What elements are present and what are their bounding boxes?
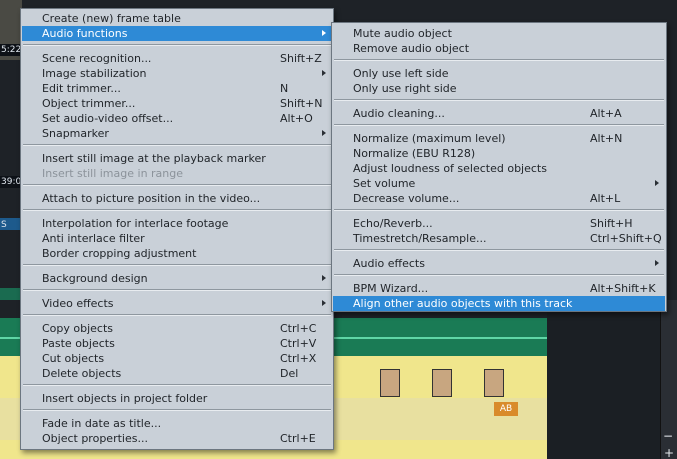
submenu-item-echo-reverb[interactable]: Echo/Reverb... Shift+H: [333, 216, 665, 231]
submenu-item-left-side[interactable]: Only use left side: [333, 66, 665, 81]
submenu-item-audio-effects[interactable]: Audio effects: [333, 256, 665, 271]
submenu-item-right-side[interactable]: Only use right side: [333, 81, 665, 96]
menu-item-border-cropping[interactable]: Border cropping adjustment: [22, 246, 332, 261]
menu-separator: [23, 314, 331, 316]
thumbnail: [380, 369, 400, 397]
submenu-arrow-icon: [655, 180, 659, 186]
submenu-item-bpm-wizard[interactable]: BPM Wizard... Alt+Shift+K: [333, 281, 665, 296]
menu-separator: [334, 274, 664, 276]
menu-item-anti-interlace[interactable]: Anti interlace filter: [22, 231, 332, 246]
menu-item-attach-picture[interactable]: Attach to picture position in the video.…: [22, 191, 332, 206]
submenu-arrow-icon: [322, 275, 326, 281]
menu-item-create-frame-table[interactable]: Create (new) frame table: [22, 11, 332, 26]
menu-item-background-design[interactable]: Background design: [22, 271, 332, 286]
thumbnail: [484, 369, 504, 397]
scroll-plus-button[interactable]: +: [664, 446, 674, 459]
menu-item-insert-project-folder[interactable]: Insert objects in project folder: [22, 391, 332, 406]
menu-item-paste-objects[interactable]: Paste objects Ctrl+V: [22, 336, 332, 351]
menu-item-scene-recognition[interactable]: Scene recognition... Shift+Z: [22, 51, 332, 66]
menu-separator: [23, 384, 331, 386]
menu-separator: [23, 264, 331, 266]
menu-item-interpolation[interactable]: Interpolation for interlace footage: [22, 216, 332, 231]
track-header-green: [0, 288, 22, 300]
menu-item-image-stabilization[interactable]: Image stabilization: [22, 66, 332, 81]
menu-separator: [23, 44, 331, 46]
menu-item-insert-still-range: Insert still image in range: [42, 167, 184, 180]
menu-item-copy-objects[interactable]: Copy objects Ctrl+C: [22, 321, 332, 336]
thumbnail: [432, 369, 452, 397]
menu-item-audio-functions[interactable]: Audio functions: [22, 26, 332, 41]
submenu-item-normalize-max[interactable]: Normalize (maximum level) Alt+N: [333, 131, 665, 146]
submenu-item-timestretch[interactable]: Timestretch/Resample... Ctrl+Shift+Q: [333, 231, 665, 246]
shortcut-label: Alt+L: [590, 192, 621, 205]
shortcut-label: Alt+O: [280, 112, 313, 125]
shortcut-label: Ctrl+C: [280, 322, 317, 335]
shortcut-label: Del: [280, 367, 299, 380]
menu-item-video-effects[interactable]: Video effects: [22, 296, 332, 311]
submenu-item-audio-cleaning[interactable]: Audio cleaning... Alt+A: [333, 106, 665, 121]
shortcut-label: Shift+H: [590, 217, 633, 230]
menu-separator: [23, 289, 331, 291]
submenu-item-normalize-ebu[interactable]: Normalize (EBU R128): [333, 146, 665, 161]
right-panel-dark: [547, 310, 677, 459]
menu-separator: [334, 124, 664, 126]
submenu-arrow-icon: [322, 70, 326, 76]
shortcut-label: Ctrl+E: [280, 432, 316, 445]
submenu-item-align-audio[interactable]: Align other audio objects with this trac…: [333, 296, 665, 311]
shortcut-label: Ctrl+Shift+Q: [590, 232, 662, 245]
timecode-top: 5:22: [0, 44, 23, 56]
menu-separator: [334, 249, 664, 251]
menu-separator: [334, 209, 664, 211]
submenu-arrow-icon: [322, 30, 326, 36]
menu-item-cut-objects[interactable]: Cut objects Ctrl+X: [22, 351, 332, 366]
audio-functions-submenu: Mute audio object Remove audio object On…: [331, 22, 667, 312]
menu-separator: [23, 144, 331, 146]
submenu-arrow-icon: [322, 300, 326, 306]
submenu-arrow-icon: [322, 130, 326, 136]
menu-item-object-properties[interactable]: Object properties... Ctrl+E: [22, 431, 332, 446]
menu-item-fade-in-date[interactable]: Fade in date as title...: [22, 416, 332, 431]
shortcut-label: N: [280, 82, 289, 95]
track-label: S: [1, 220, 7, 230]
menu-separator: [23, 184, 331, 186]
ab-badge: AB: [494, 402, 518, 416]
submenu-item-remove[interactable]: Remove audio object: [333, 41, 665, 56]
shortcut-label: Ctrl+V: [280, 337, 317, 350]
menu-separator: [23, 409, 331, 411]
submenu-item-set-volume[interactable]: Set volume: [333, 176, 665, 191]
timecode-mid: 39:0: [0, 176, 23, 188]
shortcut-label: Ctrl+X: [280, 352, 317, 365]
submenu-item-adjust-loudness[interactable]: Adjust loudness of selected objects: [333, 161, 665, 176]
menu-item-edit-trimmer[interactable]: Edit trimmer... N: [22, 81, 332, 96]
shortcut-label: Shift+N: [280, 97, 323, 110]
shortcut-label: Alt+Shift+K: [590, 282, 656, 295]
context-menu: Create (new) frame table Audio functions…: [20, 8, 334, 450]
menu-item-snapmarker[interactable]: Snapmarker: [22, 126, 332, 141]
shortcut-label: Shift+Z: [280, 52, 322, 65]
submenu-item-decrease-volume[interactable]: Decrease volume... Alt+L: [333, 191, 665, 206]
menu-item-set-av-offset[interactable]: Set audio-video offset... Alt+O: [22, 111, 332, 126]
menu-separator: [334, 99, 664, 101]
menu-separator: [23, 209, 331, 211]
shortcut-label: Alt+A: [590, 107, 622, 120]
scroll-minus-button[interactable]: −: [663, 429, 673, 443]
menu-item-insert-still-marker[interactable]: Insert still image at the playback marke…: [22, 151, 332, 166]
submenu-arrow-icon: [655, 260, 659, 266]
submenu-item-mute[interactable]: Mute audio object: [333, 26, 665, 41]
menu-item-delete-objects[interactable]: Delete objects Del: [22, 366, 332, 381]
menu-item-object-trimmer[interactable]: Object trimmer... Shift+N: [22, 96, 332, 111]
shortcut-label: Alt+N: [590, 132, 623, 145]
menu-separator: [334, 59, 664, 61]
